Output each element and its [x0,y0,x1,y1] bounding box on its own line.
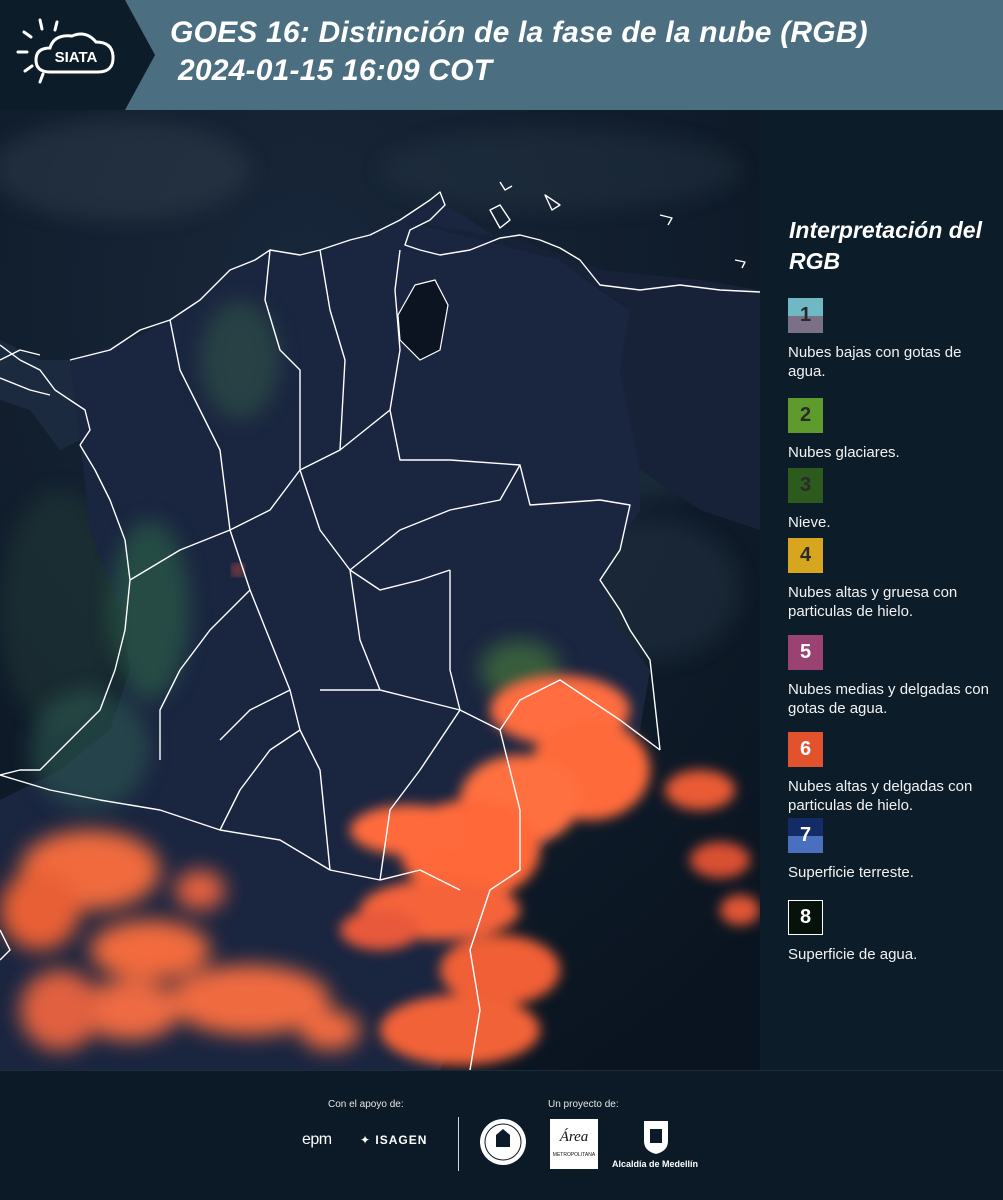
legend-number: 1 [799,304,812,326]
legend-number: 7 [799,824,812,846]
legend-item-4: 4 Nubes altas y gruesa con particulas de … [788,538,1000,621]
legend-label: Nubes altas y gruesa con particulas de h… [788,584,958,620]
legend-item-6: 6 Nubes altas y delgadas con particulas d… [788,732,1000,815]
satellite-map-image [0,110,760,1070]
siata-logo: SIATA [0,0,155,110]
legend-label: Nubes altas y delgadas con particulas de… [788,778,973,814]
legend-label: Superficie de agua. [788,946,918,963]
isagen-logo: ✦ ISAGEN [360,1133,427,1147]
legend-swatch-1: 1 [788,298,823,333]
title-line-2: 2024-01-15 16:09 COT [178,54,493,87]
area-logo-sub: METROPOLITANA [552,1152,596,1158]
support-label: Con el apoyo de: [328,1099,404,1110]
area-metropolitana-logo: Área METROPOLITANA [550,1119,598,1169]
legend-item-3: 3 Nieve. [788,468,1000,532]
legend-item-7: 7 Superficie terreste. [788,818,1000,882]
satellite-map [0,110,760,1070]
legend-number: 2 [799,404,812,426]
legend-swatch-2: 2 [788,398,823,433]
legend-label: Nubes medias y delgadas con gotas de agu… [788,681,989,717]
isagen-logo-text: ISAGEN [375,1133,428,1147]
legend-item-8: 8 Superficie de agua. [788,900,1000,964]
title-line-1: GOES 16: Distinción de la fase de la nub… [170,16,868,49]
legend-label: Nubes glaciares. [788,444,900,461]
legend-item-2: 2 Nubes glaciares. [788,398,1000,462]
footer: Con el apoyo de: Un proyecto de: epm ✦ I… [0,1070,1003,1200]
siata-logo-text: SIATA [55,49,98,66]
legend-swatch-6: 6 [788,732,823,767]
isagen-icon: ✦ [360,1133,372,1147]
legend-item-1: 1 Nubes bajas con gotas de agua. [788,298,1000,381]
legend-swatch-8: 8 [788,900,823,935]
legend-label: Superficie terreste. [788,864,914,881]
legend-number: 5 [799,641,812,663]
university-seal-icon [480,1119,526,1165]
legend-title: Interpretación del RGB [789,217,982,274]
medellin-logo-text: Alcaldía de Medellín [612,1159,699,1169]
page-title: GOES 16: Distinción de la fase de la nub… [170,14,990,90]
footer-divider [458,1117,459,1171]
legend-number: 8 [799,906,812,928]
legend-panel: Interpretación del RGB 1 Nubes bajas con … [760,110,1003,1070]
legend-item-5: 5 Nubes medias y delgadas con gotas de ag… [788,635,1000,718]
legend-number: 4 [799,544,812,566]
epm-logo: epm [302,1131,332,1148]
legend-swatch-7: 7 [788,818,823,853]
legend-label: Nieve. [788,514,831,531]
legend-swatch-4: 4 [788,538,823,573]
legend-number: 6 [799,738,812,760]
header: SIATA GOES 16: Distinción de la fase de … [0,0,1003,110]
legend-swatch-3: 3 [788,468,823,503]
legend-number: 3 [799,474,812,496]
siata-logo-icon: SIATA [0,0,155,110]
project-label: Un proyecto de: [548,1099,619,1110]
legend-swatch-5: 5 [788,635,823,670]
area-logo-text: Área [559,1129,589,1145]
medellin-shield-icon [644,1121,668,1154]
legend-label: Nubes bajas con gotas de agua. [788,344,962,380]
